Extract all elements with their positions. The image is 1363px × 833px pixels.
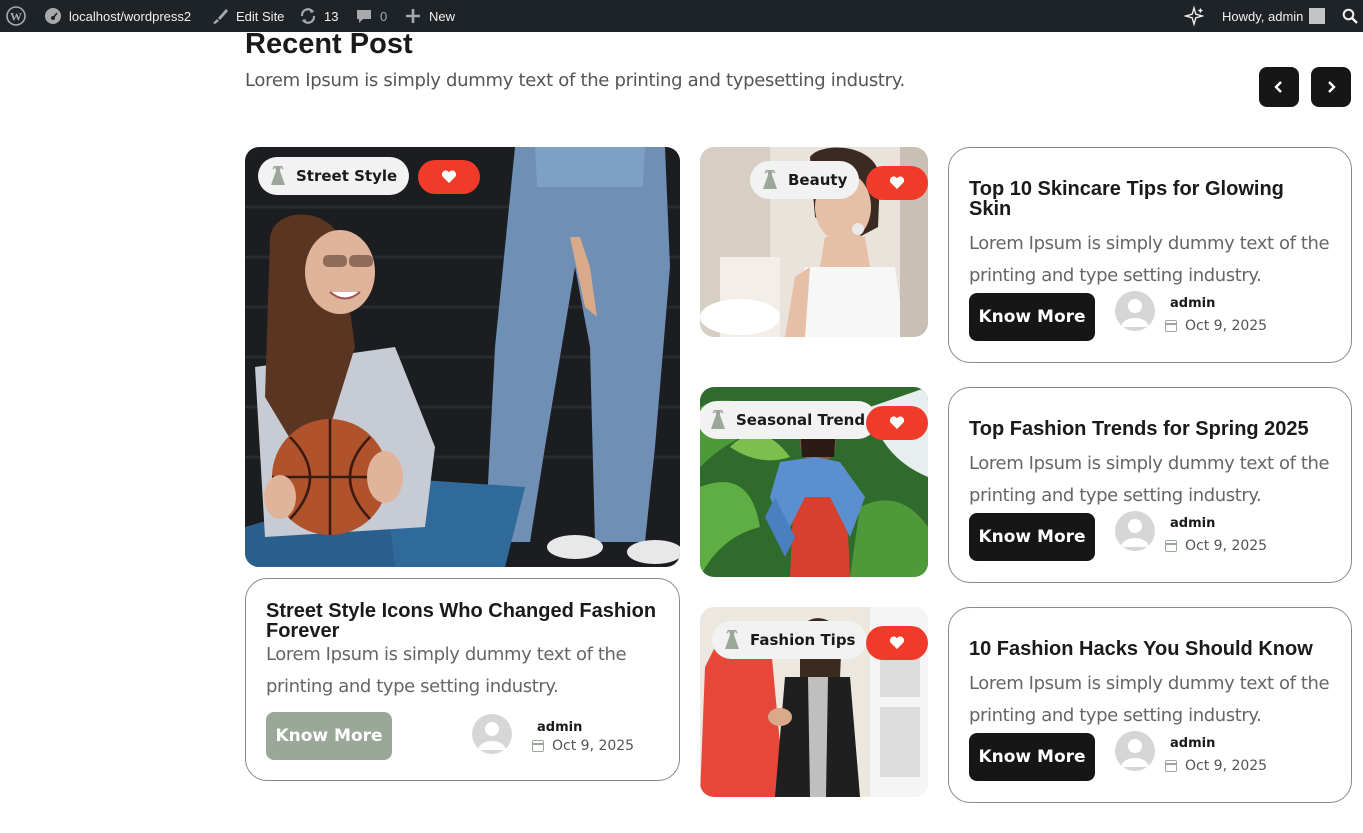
category-tag-label: Fashion Tips bbox=[750, 631, 856, 649]
search-button[interactable] bbox=[1340, 0, 1360, 32]
post-excerpt-line1: Lorem Ipsum is simply dummy text of the bbox=[969, 453, 1330, 474]
post-title-line1[interactable]: 10 Fashion Hacks You Should Know bbox=[969, 639, 1313, 659]
account-menu[interactable]: Howdy, admin bbox=[1222, 0, 1326, 32]
dress-icon bbox=[763, 169, 777, 189]
category-tag[interactable]: Fashion Tips bbox=[712, 621, 868, 659]
post-excerpt-line1: Lorem Ipsum is simply dummy text of the bbox=[266, 644, 627, 665]
category-tag-label: Beauty bbox=[788, 171, 848, 189]
wordpress-logo-button[interactable]: W bbox=[6, 0, 26, 32]
user-avatar-icon bbox=[1309, 8, 1326, 24]
post-title-line1[interactable]: Top Fashion Trends for Spring 2025 bbox=[969, 419, 1309, 439]
post-date-label: Oct 9, 2025 bbox=[1185, 758, 1268, 774]
ai-sparkle-button[interactable] bbox=[1184, 0, 1204, 32]
category-tag[interactable]: Beauty bbox=[750, 161, 860, 199]
post-image-seasonal-trend[interactable]: Seasonal Trend bbox=[700, 387, 928, 577]
post-date-label: Oct 9, 2025 bbox=[1185, 318, 1268, 334]
refresh-icon bbox=[298, 6, 318, 26]
calendar-icon bbox=[532, 740, 544, 752]
calendar-icon bbox=[1165, 540, 1177, 552]
calendar-icon bbox=[1165, 320, 1177, 332]
wordpress-icon: W bbox=[6, 6, 26, 26]
post-excerpt-line1: Lorem Ipsum is simply dummy text of the bbox=[969, 233, 1330, 254]
section-title: Recent Post bbox=[245, 28, 413, 60]
category-tag-label: Seasonal Trend bbox=[736, 411, 866, 429]
street-style-photo bbox=[245, 147, 680, 567]
post-card-seasonal-trend: Top Fashion Trends for Spring 2025 Lorem… bbox=[948, 387, 1352, 583]
favorite-button[interactable] bbox=[866, 166, 928, 200]
search-icon bbox=[1340, 6, 1360, 26]
author-name[interactable]: admin bbox=[537, 720, 582, 735]
new-label: New bbox=[429, 8, 456, 24]
featured-post-image[interactable]: Street Style bbox=[245, 147, 680, 567]
dress-icon bbox=[271, 165, 285, 185]
favorite-button[interactable] bbox=[866, 626, 928, 660]
howdy-label: Howdy, admin bbox=[1222, 8, 1304, 24]
know-more-button[interactable]: Know More bbox=[969, 513, 1095, 561]
plus-icon bbox=[403, 6, 423, 26]
post-excerpt-line2: printing and type setting industry. bbox=[969, 485, 1262, 506]
dress-icon bbox=[725, 629, 739, 649]
heart-icon bbox=[889, 636, 905, 649]
admin-bar: W localhost/wordpress2 Edit Site 13 0 Ne… bbox=[0, 0, 1363, 32]
site-name-label: localhost/wordpress2 bbox=[69, 8, 192, 24]
post-title-line1[interactable]: Street Style Icons Who Changed Fashion bbox=[266, 601, 656, 621]
author-name[interactable]: admin bbox=[1170, 736, 1215, 751]
post-excerpt-line2: printing and type setting industry. bbox=[969, 265, 1262, 286]
chevron-left-icon bbox=[1274, 81, 1282, 93]
category-tag-label: Street Style bbox=[296, 167, 398, 185]
post-excerpt-line2: printing and type setting industry. bbox=[266, 676, 559, 697]
post-date-label: Oct 9, 2025 bbox=[1185, 538, 1268, 554]
post-image-beauty[interactable]: Beauty bbox=[700, 147, 928, 337]
sparkle-icon bbox=[1184, 5, 1204, 27]
author-avatar bbox=[1115, 731, 1155, 771]
favorite-button[interactable] bbox=[866, 406, 928, 440]
edit-site-label: Edit Site bbox=[236, 8, 285, 24]
dashboard-icon bbox=[43, 6, 63, 26]
favorite-button[interactable] bbox=[418, 160, 480, 194]
heart-icon bbox=[889, 416, 905, 429]
post-date: Oct 9, 2025 bbox=[1165, 318, 1267, 334]
post-title-line2[interactable]: Forever bbox=[266, 621, 339, 641]
know-more-button[interactable]: Know More bbox=[266, 712, 392, 760]
updates-count: 13 bbox=[324, 8, 339, 24]
know-more-button[interactable]: Know More bbox=[969, 733, 1095, 781]
calendar-icon bbox=[1165, 760, 1177, 772]
svg-text:W: W bbox=[10, 10, 22, 24]
post-title-line2[interactable]: Skin bbox=[969, 199, 1011, 219]
post-title-line1[interactable]: Top 10 Skincare Tips for Glowing bbox=[969, 179, 1284, 199]
author-avatar bbox=[1115, 511, 1155, 551]
post-image-fashion-tips[interactable]: Fashion Tips bbox=[700, 607, 928, 797]
section-subtitle: Lorem Ipsum is simply dummy text of the … bbox=[245, 70, 905, 91]
author-name[interactable]: admin bbox=[1170, 516, 1215, 531]
carousel-prev-button[interactable] bbox=[1259, 67, 1299, 107]
comments-count: 0 bbox=[380, 8, 388, 24]
carousel-next-button[interactable] bbox=[1311, 67, 1351, 107]
category-tag[interactable]: Street Style bbox=[258, 157, 410, 195]
featured-post-card: Street Style Icons Who Changed Fashion F… bbox=[245, 578, 680, 781]
post-excerpt-line1: Lorem Ipsum is simply dummy text of the bbox=[969, 673, 1330, 694]
brush-icon bbox=[210, 6, 230, 26]
heart-icon bbox=[441, 170, 457, 183]
post-excerpt-line2: printing and type setting industry. bbox=[969, 705, 1262, 726]
post-card-fashion-tips: 10 Fashion Hacks You Should Know Lorem I… bbox=[948, 607, 1352, 803]
author-name[interactable]: admin bbox=[1170, 296, 1215, 311]
comment-icon bbox=[354, 6, 374, 26]
author-avatar bbox=[1115, 291, 1155, 331]
post-date: Oct 9, 2025 bbox=[1165, 538, 1267, 554]
chevron-right-icon bbox=[1328, 81, 1336, 93]
post-card-beauty: Top 10 Skincare Tips for Glowing Skin Lo… bbox=[948, 147, 1352, 363]
post-date-label: Oct 9, 2025 bbox=[552, 738, 635, 754]
category-tag[interactable]: Seasonal Trend bbox=[700, 401, 878, 439]
heart-icon bbox=[889, 176, 905, 189]
post-date: Oct 9, 2025 bbox=[532, 738, 634, 754]
post-date: Oct 9, 2025 bbox=[1165, 758, 1267, 774]
site-name-link[interactable]: localhost/wordpress2 bbox=[43, 0, 191, 32]
know-more-button[interactable]: Know More bbox=[969, 293, 1095, 341]
author-avatar bbox=[472, 714, 512, 754]
dress-icon bbox=[711, 409, 725, 429]
